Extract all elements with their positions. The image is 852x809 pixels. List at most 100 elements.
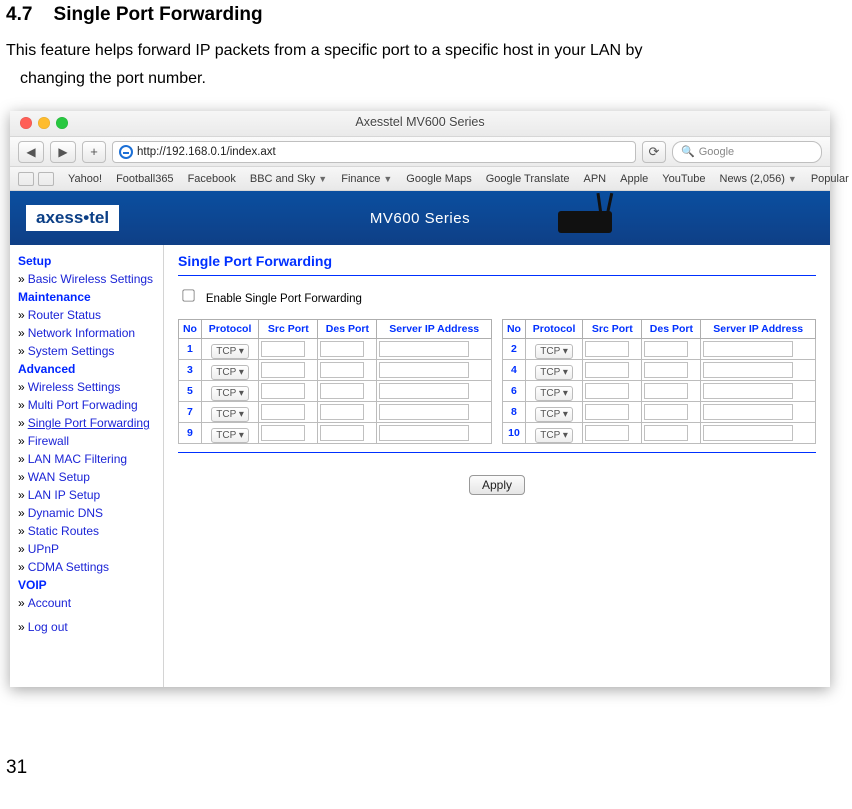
sidebar-item[interactable]: »Basic Wireless Settings [18,272,155,286]
row-no: 4 [503,360,526,381]
apply-button[interactable]: Apply [469,475,525,495]
server-ip-input[interactable] [379,362,469,378]
sidebar-item[interactable]: »Static Routes [18,524,155,538]
protocol-select[interactable]: TCP ▾ [211,344,249,359]
server-ip-input[interactable] [379,425,469,441]
server-ip-input[interactable] [703,425,793,441]
des-port-input[interactable] [320,425,364,441]
globe-icon [119,145,133,159]
row-no: 9 [179,423,202,444]
protocol-select[interactable]: TCP ▾ [535,428,573,443]
server-ip-input[interactable] [703,383,793,399]
protocol-select[interactable]: TCP ▾ [211,407,249,422]
table-header-row: No Protocol Src Port Des Port Server IP … [179,320,492,339]
browser-toolbar: ◀ ▶ + http://192.168.0.1/index.axt ⟳ 🔍 G… [10,137,830,167]
bookmark-item[interactable]: Google Translate [486,173,570,185]
sidebar-item[interactable]: »Dynamic DNS [18,506,155,520]
topsites-icon[interactable] [38,172,54,186]
sidebar-item[interactable]: »Firewall [18,434,155,448]
server-ip-input[interactable] [379,404,469,420]
src-port-input[interactable] [585,341,629,357]
table-row: 4 TCP ▾ [503,360,816,381]
bookmark-item[interactable]: Google Maps [406,173,471,185]
des-port-input[interactable] [644,404,688,420]
des-port-input[interactable] [320,341,364,357]
protocol-select[interactable]: TCP ▾ [535,407,573,422]
table-row: 7 TCP ▾ [179,402,492,423]
bookmark-item[interactable]: Yahoo! [68,173,102,185]
src-port-input[interactable] [585,362,629,378]
bookmark-item[interactable]: Finance▼ [341,173,392,185]
screenshot-window: Axesstel MV600 Series ◀ ▶ + http://192.1… [10,111,830,687]
bookmark-item[interactable]: BBC and Sky▼ [250,173,327,185]
sidebar-item[interactable]: »WAN Setup [18,470,155,484]
enable-checkbox[interactable] [182,290,194,302]
back-button[interactable]: ◀ [18,141,44,163]
server-ip-input[interactable] [703,404,793,420]
src-port-input[interactable] [261,425,305,441]
protocol-select[interactable]: TCP ▾ [535,386,573,401]
bookmark-item[interactable]: News (2,056)▼ [720,173,797,185]
row-no: 6 [503,381,526,402]
table-row: 10 TCP ▾ [503,423,816,444]
table-row: 5 TCP ▾ [179,381,492,402]
protocol-select[interactable]: TCP ▾ [535,365,573,380]
server-ip-input[interactable] [703,341,793,357]
table-row: 2 TCP ▾ [503,339,816,360]
add-tab-button[interactable]: + [82,141,106,163]
sidebar-item[interactable]: »Multi Port Forwading [18,398,155,412]
src-port-input[interactable] [585,425,629,441]
server-ip-input[interactable] [379,341,469,357]
server-ip-input[interactable] [703,362,793,378]
product-name: MV600 Series [370,210,470,227]
reload-button[interactable]: ⟳ [642,141,666,163]
sidebar-item[interactable]: »Router Status [18,308,155,322]
des-port-input[interactable] [644,383,688,399]
section-title: Single Port Forwarding [54,4,263,25]
bookmark-item[interactable]: Facebook [188,173,236,185]
protocol-select[interactable]: TCP ▾ [211,386,249,401]
bookmark-item[interactable]: YouTube [662,173,705,185]
protocol-select[interactable]: TCP ▾ [535,344,573,359]
bookmark-item[interactable]: APN [584,173,607,185]
bookmarks-icon[interactable] [18,172,34,186]
col-no: No [179,320,202,339]
server-ip-input[interactable] [379,383,469,399]
enable-row: Enable Single Port Forwarding [178,286,816,305]
bookmark-item[interactable]: Apple [620,173,648,185]
sidebar-item[interactable]: »Network Information [18,326,155,340]
sidebar-item[interactable]: »LAN MAC Filtering [18,452,155,466]
forward-button[interactable]: ▶ [50,141,76,163]
src-port-input[interactable] [261,404,305,420]
src-port-input[interactable] [261,383,305,399]
row-no: 3 [179,360,202,381]
des-port-input[interactable] [644,425,688,441]
des-port-input[interactable] [644,341,688,357]
des-port-input[interactable] [320,362,364,378]
sidebar-item[interactable]: »System Settings [18,344,155,358]
des-port-input[interactable] [320,404,364,420]
bookmark-item[interactable]: Football365 [116,173,174,185]
address-bar[interactable]: http://192.168.0.1/index.axt [112,141,636,163]
sidebar-item-single-port-forwarding[interactable]: »Single Port Forwarding [18,416,155,430]
table-row: 9 TCP ▾ [179,423,492,444]
sidebar-item[interactable]: »Wireless Settings [18,380,155,394]
des-port-input[interactable] [644,362,688,378]
sidebar-item[interactable]: »UPnP [18,542,155,556]
sidebar-heading-maintenance: Maintenance [18,290,155,304]
sidebar-item[interactable]: »Account [18,596,155,610]
bookmark-item[interactable]: Popular▼ [811,173,852,185]
sidebar-item-logout[interactable]: »Log out [18,620,155,634]
protocol-select[interactable]: TCP ▾ [211,365,249,380]
src-port-input[interactable] [585,404,629,420]
sidebar-item[interactable]: »LAN IP Setup [18,488,155,502]
src-port-input[interactable] [261,341,305,357]
url-text: http://192.168.0.1/index.axt [137,146,276,158]
src-port-input[interactable] [261,362,305,378]
search-field[interactable]: 🔍 Google [672,141,822,163]
router-image [550,197,630,239]
des-port-input[interactable] [320,383,364,399]
protocol-select[interactable]: TCP ▾ [211,428,249,443]
src-port-input[interactable] [585,383,629,399]
sidebar-item[interactable]: »CDMA Settings [18,560,155,574]
